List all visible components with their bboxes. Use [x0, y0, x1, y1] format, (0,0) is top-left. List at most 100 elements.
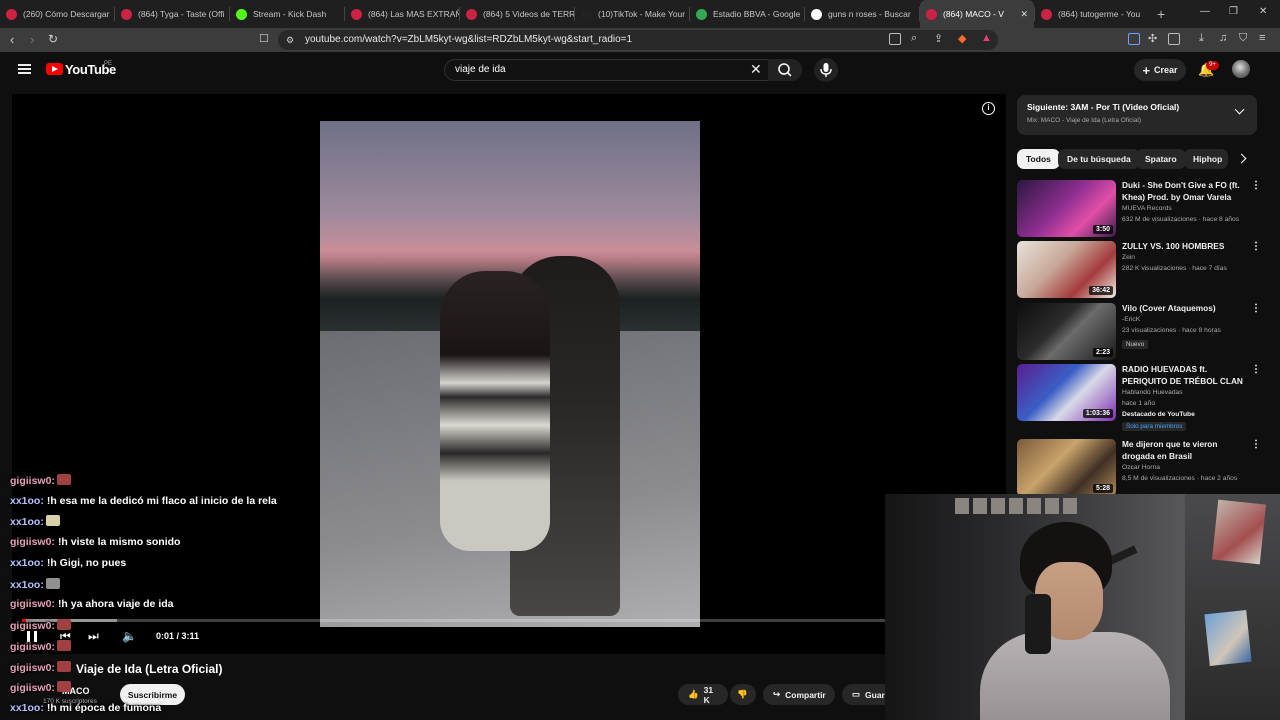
- recommended-video[interactable]: 3:50 Duki - She Don't Give a FO (ft. Khea…: [1017, 180, 1267, 238]
- youtube-favicon-icon: [466, 8, 477, 20]
- clear-search-icon[interactable]: ✕: [750, 61, 762, 78]
- chat-username: gigiisw0:: [10, 620, 55, 632]
- chat-username: xx1oo:: [10, 702, 44, 714]
- hamburger-menu-icon[interactable]: [18, 64, 31, 74]
- more-options-icon[interactable]: ⋮: [1251, 180, 1261, 191]
- recommended-title[interactable]: Duki - She Don't Give a FO (ft. Khea) Pr…: [1122, 180, 1252, 203]
- video-frame[interactable]: [320, 121, 700, 627]
- recommended-channel[interactable]: -EricK: [1122, 316, 1140, 323]
- like-button[interactable]: 👍 31 K: [678, 684, 728, 705]
- chip-hiphop[interactable]: Hiphop: [1184, 149, 1228, 169]
- extensions-icon[interactable]: ✣: [1148, 32, 1157, 45]
- chat-username: gigiisw0:: [10, 641, 55, 653]
- video-thumbnail[interactable]: 2:23: [1017, 303, 1116, 360]
- chat-message: gigiisw0:: [10, 661, 71, 674]
- close-window-icon[interactable]: ✕: [1259, 6, 1267, 17]
- share-icon: ↪: [773, 689, 781, 699]
- chip-de-tu-busqueda[interactable]: De tu búsqueda: [1058, 149, 1140, 169]
- next-up-title: Siguiente: 3AM - Por Ti (Video Oficial): [1027, 102, 1180, 112]
- menu-icon[interactable]: ≡: [1259, 32, 1265, 44]
- chat-text: !h ya ahora viaje de ida: [57, 598, 174, 610]
- streamer: [980, 522, 1170, 720]
- zoom-icon[interactable]: ⌕: [911, 32, 917, 45]
- cast-icon[interactable]: [889, 33, 901, 45]
- recommended-channel[interactable]: Zein: [1122, 254, 1135, 261]
- forward-icon[interactable]: ›: [30, 32, 34, 47]
- wall-poster: [1204, 609, 1252, 667]
- new-tab-icon[interactable]: +: [1157, 6, 1165, 22]
- chat-username: gigiisw0:: [10, 598, 55, 610]
- voice-search-button[interactable]: [814, 58, 838, 82]
- brave-shield-icon[interactable]: ◆: [958, 32, 966, 45]
- volume-icon[interactable]: 🔈: [122, 629, 137, 643]
- video-thumbnail[interactable]: 3:50: [1017, 180, 1116, 237]
- recommended-video[interactable]: 36:42 ZULLY VS. 100 HOMBRES Zein 282 K visu…: [1017, 241, 1267, 299]
- chat-username: gigiisw0:: [10, 475, 55, 487]
- browser-tab[interactable]: (864) tutogerme - You: [1035, 0, 1149, 28]
- video-duration: 36:42: [1089, 286, 1113, 295]
- recommended-video[interactable]: 1:03:36 RADIO HUEVADAS ft. PERIQUITO DE T…: [1017, 364, 1267, 431]
- browser-tab[interactable]: (864) Las MAS EXTRAÑ: [345, 0, 459, 28]
- recommended-video[interactable]: 2:23 Vilo (Cover Ataquemos) -EricK 23 visua…: [1017, 303, 1267, 361]
- save-icon: ▭: [852, 689, 861, 699]
- next-icon[interactable]: ⏭: [88, 629, 99, 644]
- recommended-channel[interactable]: MUEVA Records: [1122, 205, 1172, 212]
- search-button[interactable]: [768, 59, 802, 81]
- video-duration: 2:23: [1092, 348, 1113, 357]
- chat-username: xx1oo:: [10, 557, 44, 569]
- browser-tab[interactable]: (864) Tyga - Taste (Offi: [115, 0, 229, 28]
- more-options-icon[interactable]: ⋮: [1251, 303, 1261, 314]
- browser-tab[interactable]: (10)TikTok - Make Your: [575, 0, 689, 28]
- playlist-next-card[interactable]: [1017, 95, 1257, 135]
- featured-label: Destacado de YouTube: [1122, 411, 1195, 418]
- youtube-logo-icon[interactable]: [46, 63, 63, 75]
- chip-spataro[interactable]: Spataro: [1136, 149, 1186, 169]
- chip-todos[interactable]: Todos: [1017, 149, 1060, 169]
- info-icon[interactable]: i: [982, 102, 995, 115]
- minimize-icon[interactable]: —: [1200, 6, 1210, 17]
- recommended-video[interactable]: 5:28 Me dijeron que te vieron drogada en …: [1017, 439, 1267, 497]
- recommended-title[interactable]: RADIO HUEVADAS ft. PERIQUITO DE TRÉBOL C…: [1122, 364, 1252, 387]
- more-options-icon[interactable]: ⋮: [1251, 241, 1261, 252]
- browser-tab[interactable]: Estadio BBVA - Google: [690, 0, 804, 28]
- more-options-icon[interactable]: ⋮: [1251, 439, 1261, 450]
- browser-tab[interactable]: (864) MACO - V ✕: [920, 0, 1034, 28]
- site-info-icon[interactable]: ⚙: [286, 35, 294, 46]
- recommended-channel[interactable]: Ozcar Horna: [1122, 464, 1160, 471]
- share-page-icon[interactable]: ⇪: [934, 32, 943, 45]
- bookmark-icon[interactable]: ☐: [259, 32, 269, 45]
- restore-icon[interactable]: ❐: [1229, 6, 1238, 17]
- recommended-title[interactable]: Vilo (Cover Ataquemos): [1122, 303, 1252, 315]
- recommended-title[interactable]: Me dijeron que te vieron drogada en Bras…: [1122, 439, 1252, 462]
- back-icon[interactable]: ‹: [10, 32, 14, 47]
- browser-tab[interactable]: Stream - Kick Dash: [230, 0, 344, 28]
- dislike-button[interactable]: 👎: [730, 684, 756, 705]
- share-button[interactable]: ↪ Compartir: [763, 684, 835, 705]
- save-button[interactable]: ▭ Guar: [842, 684, 886, 705]
- recommended-channel[interactable]: Hablando Huevadas: [1122, 389, 1183, 396]
- shield-icon[interactable]: ⛉: [1239, 32, 1247, 45]
- create-button[interactable]: + Crear: [1134, 59, 1186, 81]
- video-thumbnail[interactable]: 5:28: [1017, 439, 1116, 496]
- brave-rewards-icon[interactable]: ▲: [981, 32, 992, 44]
- youtube-favicon-icon: [121, 8, 132, 20]
- chevron-right-icon[interactable]: [1236, 153, 1247, 164]
- download-icon[interactable]: ⤓: [1199, 32, 1204, 45]
- close-tab-icon[interactable]: ✕: [1020, 9, 1028, 20]
- video-thumbnail[interactable]: 36:42: [1017, 241, 1116, 298]
- more-options-icon[interactable]: ⋮: [1251, 364, 1261, 375]
- music-icon[interactable]: ♫: [1219, 32, 1227, 44]
- browser-tab[interactable]: guns n roses - Buscar: [805, 0, 919, 28]
- browser-tab[interactable]: (864) 5 Videos de TERR: [460, 0, 574, 28]
- search-value[interactable]: viaje de ida: [455, 64, 506, 75]
- reload-icon[interactable]: ↻: [48, 32, 58, 46]
- video-thumbnail[interactable]: 1:03:36: [1017, 364, 1116, 421]
- recommended-title[interactable]: ZULLY VS. 100 HOMBRES: [1122, 241, 1252, 253]
- browser-tab[interactable]: (260) Cómo Descargar: [0, 0, 114, 28]
- account-avatar[interactable]: [1232, 60, 1250, 78]
- sidebar-icon[interactable]: [1168, 33, 1180, 45]
- progress-bar[interactable]: [22, 619, 886, 622]
- browser-toolbar: [0, 28, 1280, 52]
- translate-icon[interactable]: [1128, 33, 1140, 45]
- chat-username: xx1oo:: [10, 579, 44, 591]
